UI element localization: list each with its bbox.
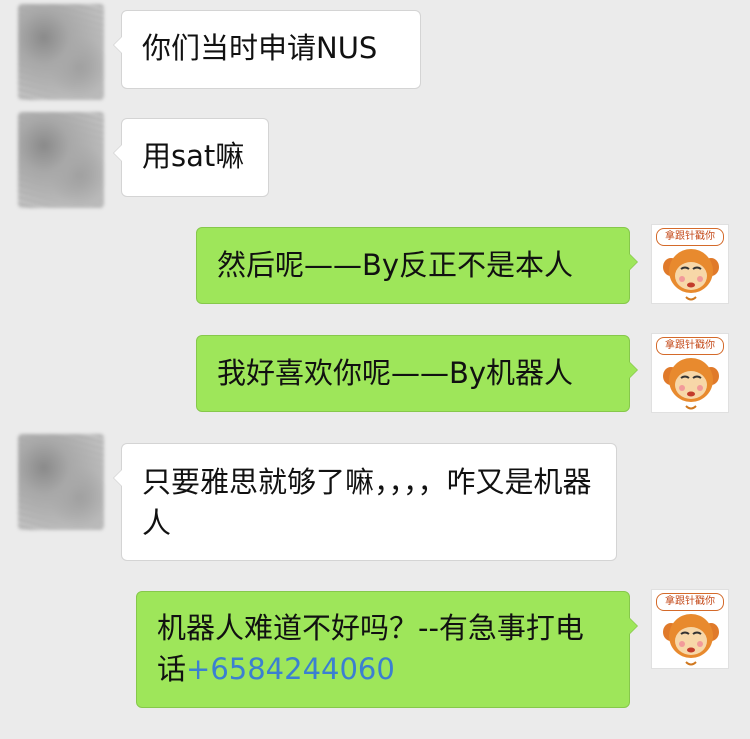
monkey-sticker-icon xyxy=(663,249,719,301)
monkey-sticker-icon xyxy=(663,358,719,410)
message-bubble-incoming[interactable]: 你们当时申请NUS xyxy=(113,10,421,89)
message-text: 然后呢——By反正不是本人 xyxy=(217,248,574,282)
message-bubble-outgoing[interactable]: 然后呢——By反正不是本人 xyxy=(196,227,638,304)
message-bubble-incoming[interactable]: 只要雅思就够了嘛，，，，咋又是机器人 xyxy=(113,443,617,561)
phone-number-link[interactable]: +6584244060 xyxy=(186,652,395,686)
message-text: 只要雅思就够了嘛，，，，咋又是机器人 xyxy=(142,465,592,540)
message-text: 用sat嘛 xyxy=(142,139,245,173)
message-bubble-outgoing[interactable]: 我好喜欢你呢——By机器人 xyxy=(196,335,638,412)
user-avatar[interactable]: 拿跟针戳你 xyxy=(651,224,729,304)
contact-avatar[interactable] xyxy=(18,434,104,530)
contact-avatar[interactable] xyxy=(18,4,104,100)
message-text: 我好喜欢你呢——By机器人 xyxy=(217,356,574,390)
monkey-sticker-icon xyxy=(663,614,719,666)
message-bubble-outgoing[interactable]: 机器人难道不好吗？--有急事打电话+6584244060 xyxy=(136,591,638,708)
message-text: 你们当时申请NUS xyxy=(142,31,378,65)
message-bubble-incoming[interactable]: 用sat嘛 xyxy=(113,118,269,197)
contact-avatar[interactable] xyxy=(18,112,104,208)
user-avatar[interactable]: 拿跟针戳你 xyxy=(651,589,729,669)
user-avatar[interactable]: 拿跟针戳你 xyxy=(651,333,729,413)
